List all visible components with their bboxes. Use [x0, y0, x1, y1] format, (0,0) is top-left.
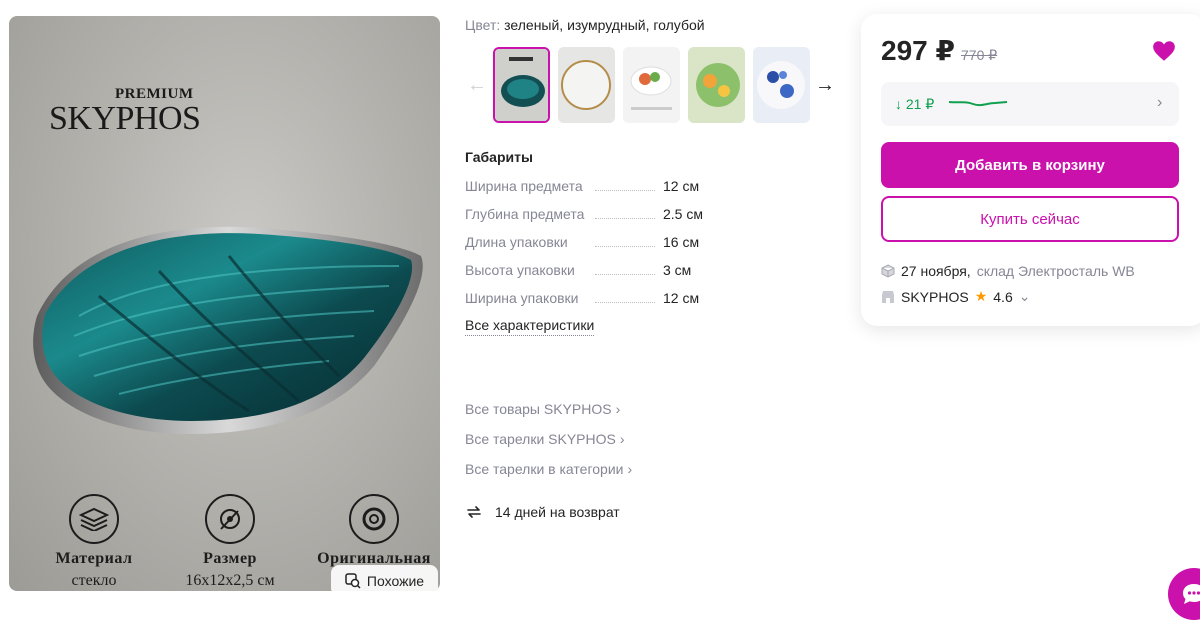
thumb-blue-floral-plate-icon: [753, 47, 810, 123]
feature-value: 16х12х2,5 см: [185, 572, 275, 589]
search-similar-icon: [345, 572, 361, 589]
price-card: 297 ₽ 770 ₽ ↓ 21 ₽ › Добавить в корзину …: [861, 14, 1200, 326]
price-history-button[interactable]: ↓ 21 ₽ ›: [881, 82, 1179, 126]
product-main-image[interactable]: PREMIUM SKYPHOS Материал стекло Размер 1…: [9, 16, 440, 591]
all-characteristics-link[interactable]: Все характеристики: [465, 317, 595, 336]
spec-value: 12 см: [663, 290, 700, 306]
delivery-info: 27 ноября, склад Электросталь WB: [881, 263, 1135, 279]
color-label: Цвет:: [465, 17, 501, 33]
link-label: Все тарелки в категории: [465, 461, 624, 477]
thumbnail-item[interactable]: [623, 47, 680, 123]
spec-key: Длина упаковки: [465, 234, 568, 250]
thumbnail-item[interactable]: [493, 47, 550, 123]
return-arrows-icon: [467, 506, 481, 518]
spec-value: 12 см: [663, 178, 700, 194]
shop-icon: [882, 290, 894, 303]
spec-row: Ширина упаковки 12 см: [465, 290, 725, 308]
feature-title: Материал: [55, 550, 133, 567]
spec-value: 16 см: [663, 234, 700, 250]
thumb-green-citrus-plate-icon: [688, 47, 745, 123]
link-label: Все тарелки SKYPHOS: [465, 431, 616, 447]
similar-products-label: Похожие: [366, 572, 425, 589]
current-price: 297 ₽: [881, 35, 955, 66]
thumbnail-carousel: ← →: [465, 47, 835, 123]
chevron-right-icon: ›: [615, 401, 621, 417]
spec-value: 2.5 см: [663, 206, 703, 222]
feature-value: стекло: [71, 572, 117, 589]
returns-label: 14 дней на возврат: [495, 504, 620, 520]
similar-products-button[interactable]: Похожие: [331, 565, 438, 591]
chat-button[interactable]: [1168, 568, 1200, 620]
spec-key: Ширина предмета: [465, 178, 583, 194]
buy-now-button[interactable]: Купить сейчас: [881, 196, 1179, 242]
spec-key: Глубина предмета: [465, 206, 585, 222]
favorite-heart-icon[interactable]: [1151, 38, 1177, 64]
feature-original: Оригинальная: [309, 494, 439, 572]
tape-roll-icon: [349, 494, 399, 544]
all-brand-products-link[interactable]: Все товары SKYPHOS ›: [465, 401, 620, 417]
chevron-right-icon: ›: [627, 461, 633, 477]
chevron-right-icon: ›: [1157, 94, 1163, 111]
all-brand-plates-link[interactable]: Все тарелки SKYPHOS ›: [465, 431, 625, 447]
tape-measure-icon: [205, 494, 255, 544]
feature-size: Размер 16х12х2,5 см: [165, 494, 295, 590]
color-info: Цвет: зеленый, изумрудный, голубой: [465, 17, 705, 33]
carousel-prev-icon[interactable]: ←: [467, 73, 487, 97]
layers-icon: [69, 494, 119, 544]
all-category-plates-link[interactable]: Все тарелки в категории ›: [465, 461, 632, 477]
thumb-teal-shell-icon: [495, 49, 548, 121]
carousel-next-icon[interactable]: →: [815, 73, 835, 97]
spec-key: Ширина упаковки: [465, 290, 579, 306]
spec-key: Высота упаковки: [465, 262, 575, 278]
thumbnail-item[interactable]: [753, 47, 810, 123]
box-icon: [881, 264, 895, 278]
feature-material: Материал стекло: [29, 494, 159, 590]
chevron-down-icon: ⌄: [1018, 288, 1031, 304]
color-value: зеленый, изумрудный, голубой: [504, 17, 705, 33]
spec-row: Глубина предмета 2.5 см: [465, 206, 725, 224]
delivery-date: 27 ноября,: [901, 263, 971, 279]
spec-row: Высота упаковки 3 см: [465, 262, 725, 280]
seller-name: SKYPHOS: [901, 288, 969, 305]
thumbnail-item[interactable]: [688, 47, 745, 123]
thumb-food-plate-icon: [623, 47, 680, 123]
warehouse-label: склад Электросталь WB: [976, 263, 1135, 279]
seller-info[interactable]: SKYPHOS ★ 4.6 ⌄: [881, 288, 1030, 305]
thumb-gold-rim-plate-icon: [558, 47, 615, 123]
brand-name-text: SKYPHOS: [49, 100, 201, 137]
spec-row: Ширина предмета 12 см: [465, 178, 725, 196]
returns-info: 14 дней на возврат: [465, 503, 620, 521]
specs-title: Габариты: [465, 149, 533, 165]
spec-row: Длина упаковки 16 см: [465, 234, 725, 252]
old-price: 770 ₽: [961, 47, 998, 63]
spec-value: 3 см: [663, 262, 692, 278]
price-drop-value: ↓ 21 ₽: [895, 96, 935, 112]
price-trend-sparkline-icon: [948, 101, 1008, 107]
feature-title: Размер: [203, 550, 257, 567]
star-icon: ★: [974, 288, 988, 304]
thumbnail-item[interactable]: [558, 47, 615, 123]
add-to-cart-button[interactable]: Добавить в корзину: [881, 142, 1179, 188]
link-label: Все товары SKYPHOS: [465, 401, 612, 417]
chevron-right-icon: ›: [619, 431, 625, 447]
chat-bubble-icon: [1183, 584, 1200, 604]
seller-rating: 4.6: [993, 288, 1013, 305]
